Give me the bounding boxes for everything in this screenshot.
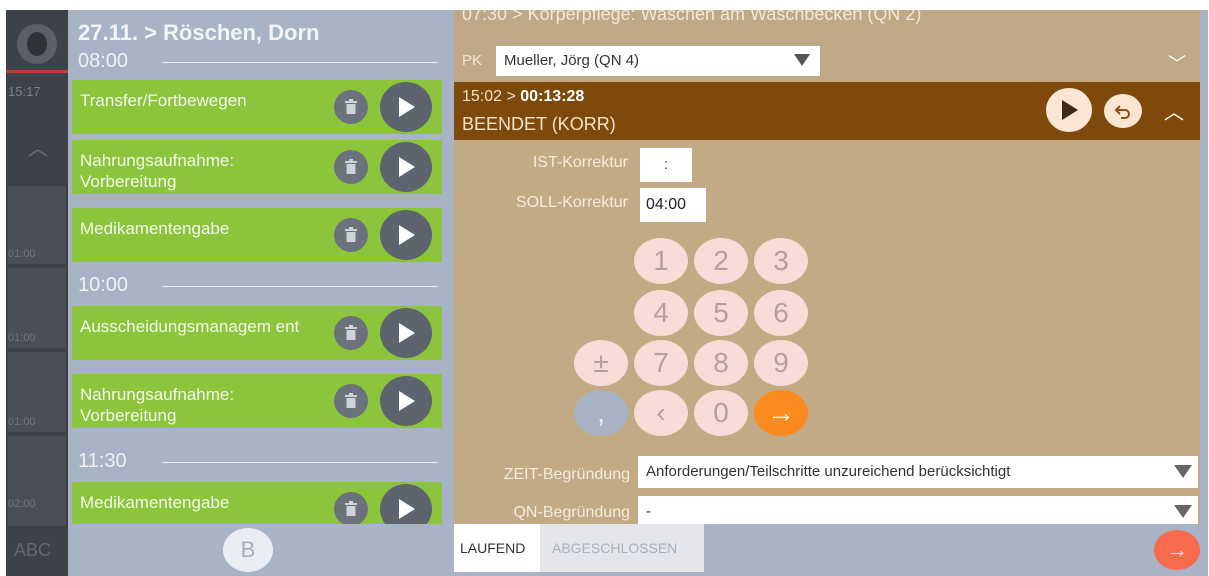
- dropdown-arrow-icon: [1174, 505, 1192, 518]
- status-bar: 15:02 > 00:13:28 BEENDET (KORR) ︿: [454, 82, 1200, 140]
- task-list: 27.11. > Röschen, Dorn 08:00 Transfer/Fo…: [68, 10, 448, 576]
- chevron-down-icon[interactable]: ﹀: [1168, 50, 1186, 76]
- play-icon[interactable]: [380, 210, 432, 260]
- task-item[interactable]: Nahrungsaufnahme: Vorbereitung: [72, 140, 442, 194]
- current-time-marker: [6, 70, 68, 73]
- play-icon[interactable]: [380, 142, 432, 192]
- play-icon[interactable]: [380, 82, 432, 132]
- key-plusminus[interactable]: ±: [574, 340, 628, 386]
- play-icon[interactable]: [380, 308, 432, 358]
- key-0[interactable]: 0: [694, 390, 748, 436]
- detail-panel: 07:30 > Körperpflege: Waschen am Waschbe…: [448, 10, 1208, 576]
- key-backspace[interactable]: ‹: [634, 390, 688, 436]
- timeline-block[interactable]: [8, 436, 66, 526]
- qn-select[interactable]: -: [638, 496, 1198, 524]
- dropdown-arrow-icon: [794, 54, 810, 66]
- divider: [162, 286, 438, 287]
- trash-icon[interactable]: [334, 316, 368, 350]
- divider: [162, 62, 438, 63]
- tab-laufend[interactable]: LAUFEND: [454, 524, 540, 572]
- timeline-duration: 01:00: [8, 416, 36, 428]
- play-icon[interactable]: [380, 376, 432, 426]
- task-label: Nahrungsaufnahme: Vorbereitung: [80, 151, 235, 191]
- task-item[interactable]: Medikamentengabe: [72, 482, 442, 524]
- task-item[interactable]: Ausscheidungsmanagem ent: [72, 306, 442, 360]
- time-label: 08:00: [78, 50, 129, 72]
- b-button[interactable]: B: [223, 528, 273, 572]
- zeit-select-value: Anforderungen/Teilschritte unzureichend …: [646, 463, 1011, 480]
- task-label: Ausscheidungsmanagem ent: [80, 317, 300, 336]
- timeline-duration: 01:00: [8, 248, 36, 260]
- key-5[interactable]: 5: [694, 290, 748, 336]
- status-state: BEENDET (KORR): [462, 114, 616, 134]
- status-time: 15:02 > 00:13:28: [462, 88, 584, 106]
- key-enter[interactable]: →: [754, 390, 808, 436]
- trash-icon[interactable]: [334, 384, 368, 418]
- chevron-up-icon[interactable]: ︿: [1164, 96, 1184, 125]
- trash-icon[interactable]: [334, 492, 368, 524]
- play-button[interactable]: [1046, 88, 1092, 132]
- key-comma[interactable]: ,: [574, 390, 628, 436]
- next-arrow-icon[interactable]: →: [1154, 530, 1200, 570]
- person-icon: [27, 32, 47, 56]
- undo-button[interactable]: [1104, 94, 1142, 128]
- app-window: 15:17 ︿ 01:00 01:00 01:00 02:00 ABC 27.1…: [6, 10, 1208, 576]
- correction-form: IST-Korrektur : SOLL-Korrektur 04:00 1 2…: [454, 140, 1200, 524]
- pk-label: PK: [462, 52, 483, 69]
- play-icon[interactable]: [380, 484, 432, 524]
- task-label: Medikamentengabe: [80, 219, 230, 238]
- pk-select-value: Mueller, Jörg (QN 4): [504, 52, 640, 69]
- soll-input[interactable]: 04:00: [640, 188, 706, 222]
- key-9[interactable]: 9: [754, 340, 808, 386]
- key-6[interactable]: 6: [754, 290, 808, 336]
- ist-input[interactable]: :: [640, 148, 692, 182]
- tab-abgeschlossen[interactable]: ABGESCHLOSSEN: [540, 524, 704, 572]
- key-7[interactable]: 7: [634, 340, 688, 386]
- task-label: Nahrungsaufnahme: Vorbereitung: [80, 385, 235, 425]
- time-label: 11:30: [78, 450, 127, 472]
- ist-label: IST-Korrektur: [532, 154, 628, 171]
- key-4[interactable]: 4: [634, 290, 688, 336]
- undo-icon: [1114, 105, 1130, 119]
- key-2[interactable]: 2: [694, 238, 748, 284]
- pk-select[interactable]: Mueller, Jörg (QN 4): [496, 46, 820, 76]
- play-icon: [1062, 100, 1078, 120]
- qn-label: QN-Begründung: [513, 504, 630, 521]
- qn-select-value: -: [646, 503, 651, 520]
- key-8[interactable]: 8: [694, 340, 748, 386]
- panel-title: 07:30 > Körperpflege: Waschen am Waschbe…: [462, 10, 922, 24]
- time-label: 10:00: [78, 274, 129, 296]
- trash-icon[interactable]: [334, 218, 368, 252]
- current-time: 15:17: [8, 84, 41, 99]
- task-item[interactable]: Nahrungsaufnahme: Vorbereitung: [72, 374, 442, 428]
- avatar[interactable]: [17, 24, 57, 64]
- elapsed-time: 00:13:28: [520, 88, 585, 105]
- list-header: 27.11. > Röschen, Dorn: [78, 20, 320, 45]
- alphabet-index[interactable]: ABC: [14, 540, 51, 561]
- timeline-duration: 02:00: [8, 498, 36, 510]
- timeline-strip: 15:17 ︿ 01:00 01:00 01:00 02:00 ABC: [6, 10, 68, 576]
- task-item[interactable]: Transfer/Fortbewegen: [72, 80, 442, 134]
- zeit-label: ZEIT-Begründung: [503, 466, 630, 483]
- timeline-duration: 01:00: [8, 332, 36, 344]
- soll-label: SOLL-Korrektur: [515, 194, 628, 211]
- dropdown-arrow-icon: [1174, 465, 1192, 478]
- zeit-select[interactable]: Anforderungen/Teilschritte unzureichend …: [638, 456, 1198, 488]
- time-separator: 10:00: [78, 274, 438, 298]
- time-separator: 11:30: [78, 450, 438, 474]
- trash-icon[interactable]: [334, 90, 368, 124]
- divider: [162, 462, 438, 463]
- task-label: Transfer/Fortbewegen: [80, 91, 247, 110]
- panel-header: 07:30 > Körperpflege: Waschen am Waschbe…: [454, 10, 1200, 82]
- chevron-up-icon[interactable]: ︿: [28, 132, 48, 161]
- trash-icon[interactable]: [334, 150, 368, 184]
- key-1[interactable]: 1: [634, 238, 688, 284]
- start-time: 15:02 >: [462, 88, 516, 105]
- time-separator: 08:00: [78, 50, 438, 74]
- task-label: Medikamentengabe: [80, 493, 230, 512]
- task-item[interactable]: Medikamentengabe: [72, 208, 442, 262]
- key-3[interactable]: 3: [754, 238, 808, 284]
